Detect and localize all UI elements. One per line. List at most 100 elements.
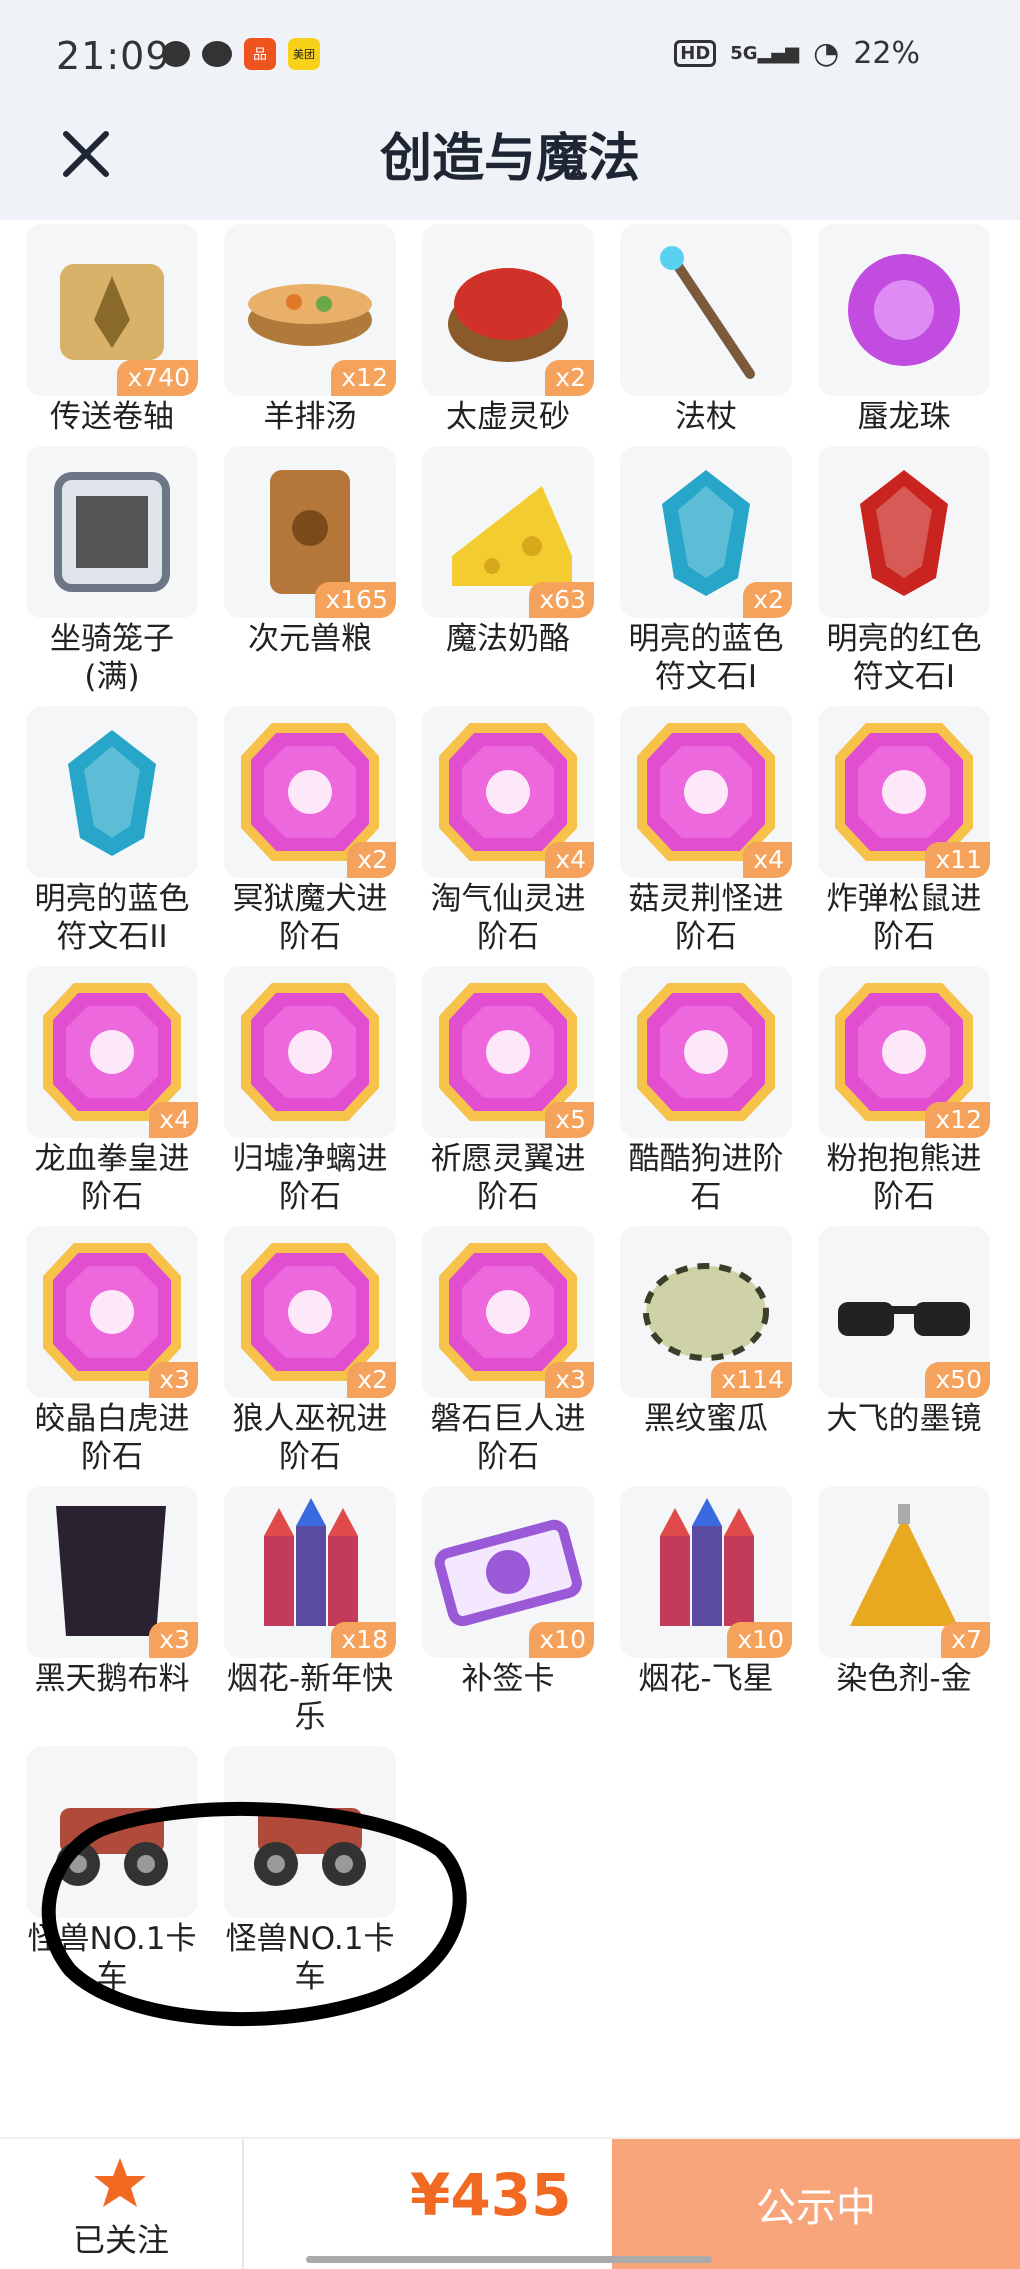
follow-button[interactable]: 已关注: [0, 2139, 244, 2269]
item-tile: x63: [422, 446, 594, 618]
inventory-item[interactable]: x12 羊排汤: [224, 224, 422, 436]
item-count-badge: x11: [925, 842, 990, 878]
item-tile: x4: [422, 706, 594, 878]
item-tile: x5: [422, 966, 594, 1138]
item-tile: x2: [620, 446, 792, 618]
gem-icon: [637, 983, 775, 1121]
item-tile: x4: [26, 966, 198, 1138]
inventory-item[interactable]: x2 太虚灵砂: [422, 224, 620, 436]
inventory-item[interactable]: x3 皎晶白虎进阶石: [26, 1226, 224, 1476]
item-name: 冥狱魔犬进阶石: [232, 881, 388, 955]
inventory-item[interactable]: 蜃龙珠: [818, 224, 1016, 436]
item-name: 太虚灵砂: [446, 399, 570, 435]
item-count-badge: x2: [545, 360, 594, 396]
inventory-item[interactable]: x4 淘气仙灵进阶石: [422, 706, 620, 956]
item-tile: [818, 224, 990, 396]
item-count-badge: x7: [941, 1622, 990, 1658]
item-name: 粉抱抱熊进阶石: [826, 1141, 982, 1215]
item-name: 烟花-新年快乐: [226, 1661, 394, 1735]
item-tile: x11: [818, 706, 990, 878]
inventory-item[interactable]: x4 菇灵荆怪进阶石: [620, 706, 818, 956]
inventory-item[interactable]: x3 黑天鹅布料: [26, 1486, 224, 1736]
item-count-badge: x4: [545, 842, 594, 878]
status-bar: 21:09 品 美团 HD 5G▂▄▆ ◔ 22%: [0, 0, 1020, 112]
inventory-item[interactable]: x165 次元兽粮: [224, 446, 422, 696]
inventory-item[interactable]: 怪兽NO.1卡车: [224, 1746, 422, 1996]
item-name: 菇灵荆怪进阶石: [628, 881, 784, 955]
item-name: 次元兽粮: [248, 621, 372, 657]
item-name: 染色剂-金: [836, 1661, 972, 1697]
inventory-item[interactable]: x63 魔法奶酪: [422, 446, 620, 696]
notification-icons: 品 美团: [162, 38, 320, 70]
star-icon: [94, 2158, 146, 2207]
purple-orb-icon: [848, 254, 960, 366]
item-count-badge: x12: [331, 360, 396, 396]
inventory-item[interactable]: 酷酷狗进阶石: [620, 966, 818, 1216]
item-count-badge: x2: [347, 842, 396, 878]
item-name: 明亮的蓝色符文石II: [34, 881, 190, 955]
item-name: 明亮的红色符文石I: [826, 621, 982, 695]
inventory-item[interactable]: x7 染色剂-金: [818, 1486, 1016, 1736]
monster-truck-icon: [254, 1808, 366, 1886]
item-name: 传送卷轴: [50, 399, 174, 435]
inventory-item[interactable]: x2 冥狱魔犬进阶石: [224, 706, 422, 956]
item-name: 黑纹蜜瓜: [644, 1401, 768, 1437]
inventory-item[interactable]: x2 狼人巫祝进阶石: [224, 1226, 422, 1476]
item-name: 补签卡: [461, 1661, 555, 1697]
inventory-item[interactable]: x114 黑纹蜜瓜: [620, 1226, 818, 1476]
inventory-item[interactable]: x2 明亮的蓝色符文石I: [620, 446, 818, 696]
item-count-badge: x3: [149, 1622, 198, 1658]
item-count-badge: x5: [545, 1102, 594, 1138]
item-tile: x114: [620, 1226, 792, 1398]
item-count-badge: x18: [331, 1622, 396, 1658]
red-rune-icon: [860, 470, 948, 596]
inventory-item[interactable]: x4 龙血拳皇进阶石: [26, 966, 224, 1216]
inventory-item[interactable]: x10 烟花-飞星: [620, 1486, 818, 1736]
inventory-item[interactable]: 坐骑笼子(满): [26, 446, 224, 696]
inventory-item[interactable]: x3 磐石巨人进阶石: [422, 1226, 620, 1476]
staff-icon: [660, 246, 755, 379]
cage-icon: [54, 472, 170, 592]
item-name: 明亮的蓝色符文石I: [628, 621, 784, 695]
inventory-item[interactable]: 归墟净螭进阶石: [224, 966, 422, 1216]
message-icon: [162, 41, 190, 67]
item-tile: x10: [422, 1486, 594, 1658]
inventory-item[interactable]: 明亮的红色符文石I: [818, 446, 1016, 696]
inventory-item[interactable]: x10 补签卡: [422, 1486, 620, 1736]
inventory-item[interactable]: x12 粉抱抱熊进阶石: [818, 966, 1016, 1216]
inventory-item[interactable]: x11 炸弹松鼠进阶石: [818, 706, 1016, 956]
inventory-item[interactable]: 法杖: [620, 224, 818, 436]
item-count-badge: x3: [149, 1362, 198, 1398]
meituan-icon: 美团: [288, 38, 320, 70]
bottom-bar: 已关注 ¥435 公示中: [0, 2137, 1020, 2269]
item-name: 魔法奶酪: [446, 621, 570, 657]
item-name: 蜃龙珠: [857, 399, 951, 435]
inventory-item[interactable]: 明亮的蓝色符文石II: [26, 706, 224, 956]
inventory-item[interactable]: 怪兽NO.1卡车: [26, 1746, 224, 1996]
item-tile: [224, 966, 396, 1138]
monster-truck-icon: [56, 1808, 168, 1886]
item-tile: x18: [224, 1486, 396, 1658]
header: 创造与魔法: [0, 112, 1020, 220]
inventory-item[interactable]: x18 烟花-新年快乐: [224, 1486, 422, 1736]
item-count-badge: x10: [529, 1622, 594, 1658]
item-name: 淘气仙灵进阶石: [430, 881, 586, 955]
item-count-badge: x10: [727, 1622, 792, 1658]
item-tile: x50: [818, 1226, 990, 1398]
item-tile: [620, 966, 792, 1138]
price: ¥435: [410, 2161, 572, 2229]
inventory-item[interactable]: x5 祈愿灵翼进阶石: [422, 966, 620, 1216]
item-name: 皎晶白虎进阶石: [34, 1401, 190, 1475]
inventory-item[interactable]: x50 大飞的墨镜: [818, 1226, 1016, 1476]
publicity-status-button[interactable]: 公示中: [612, 2139, 1020, 2269]
item-count-badge: x165: [315, 582, 396, 618]
status-indicators: HD 5G▂▄▆ ◔ 22%: [674, 36, 920, 71]
inventory-item[interactable]: x740 传送卷轴: [26, 224, 224, 436]
app-orange-icon: 品: [244, 38, 276, 70]
item-tile: x740: [26, 224, 198, 396]
item-tile: x2: [224, 706, 396, 878]
item-name: 坐骑笼子(满): [50, 621, 174, 695]
item-tile: x12: [224, 224, 396, 396]
item-tile: x3: [422, 1226, 594, 1398]
item-count-badge: x4: [149, 1102, 198, 1138]
